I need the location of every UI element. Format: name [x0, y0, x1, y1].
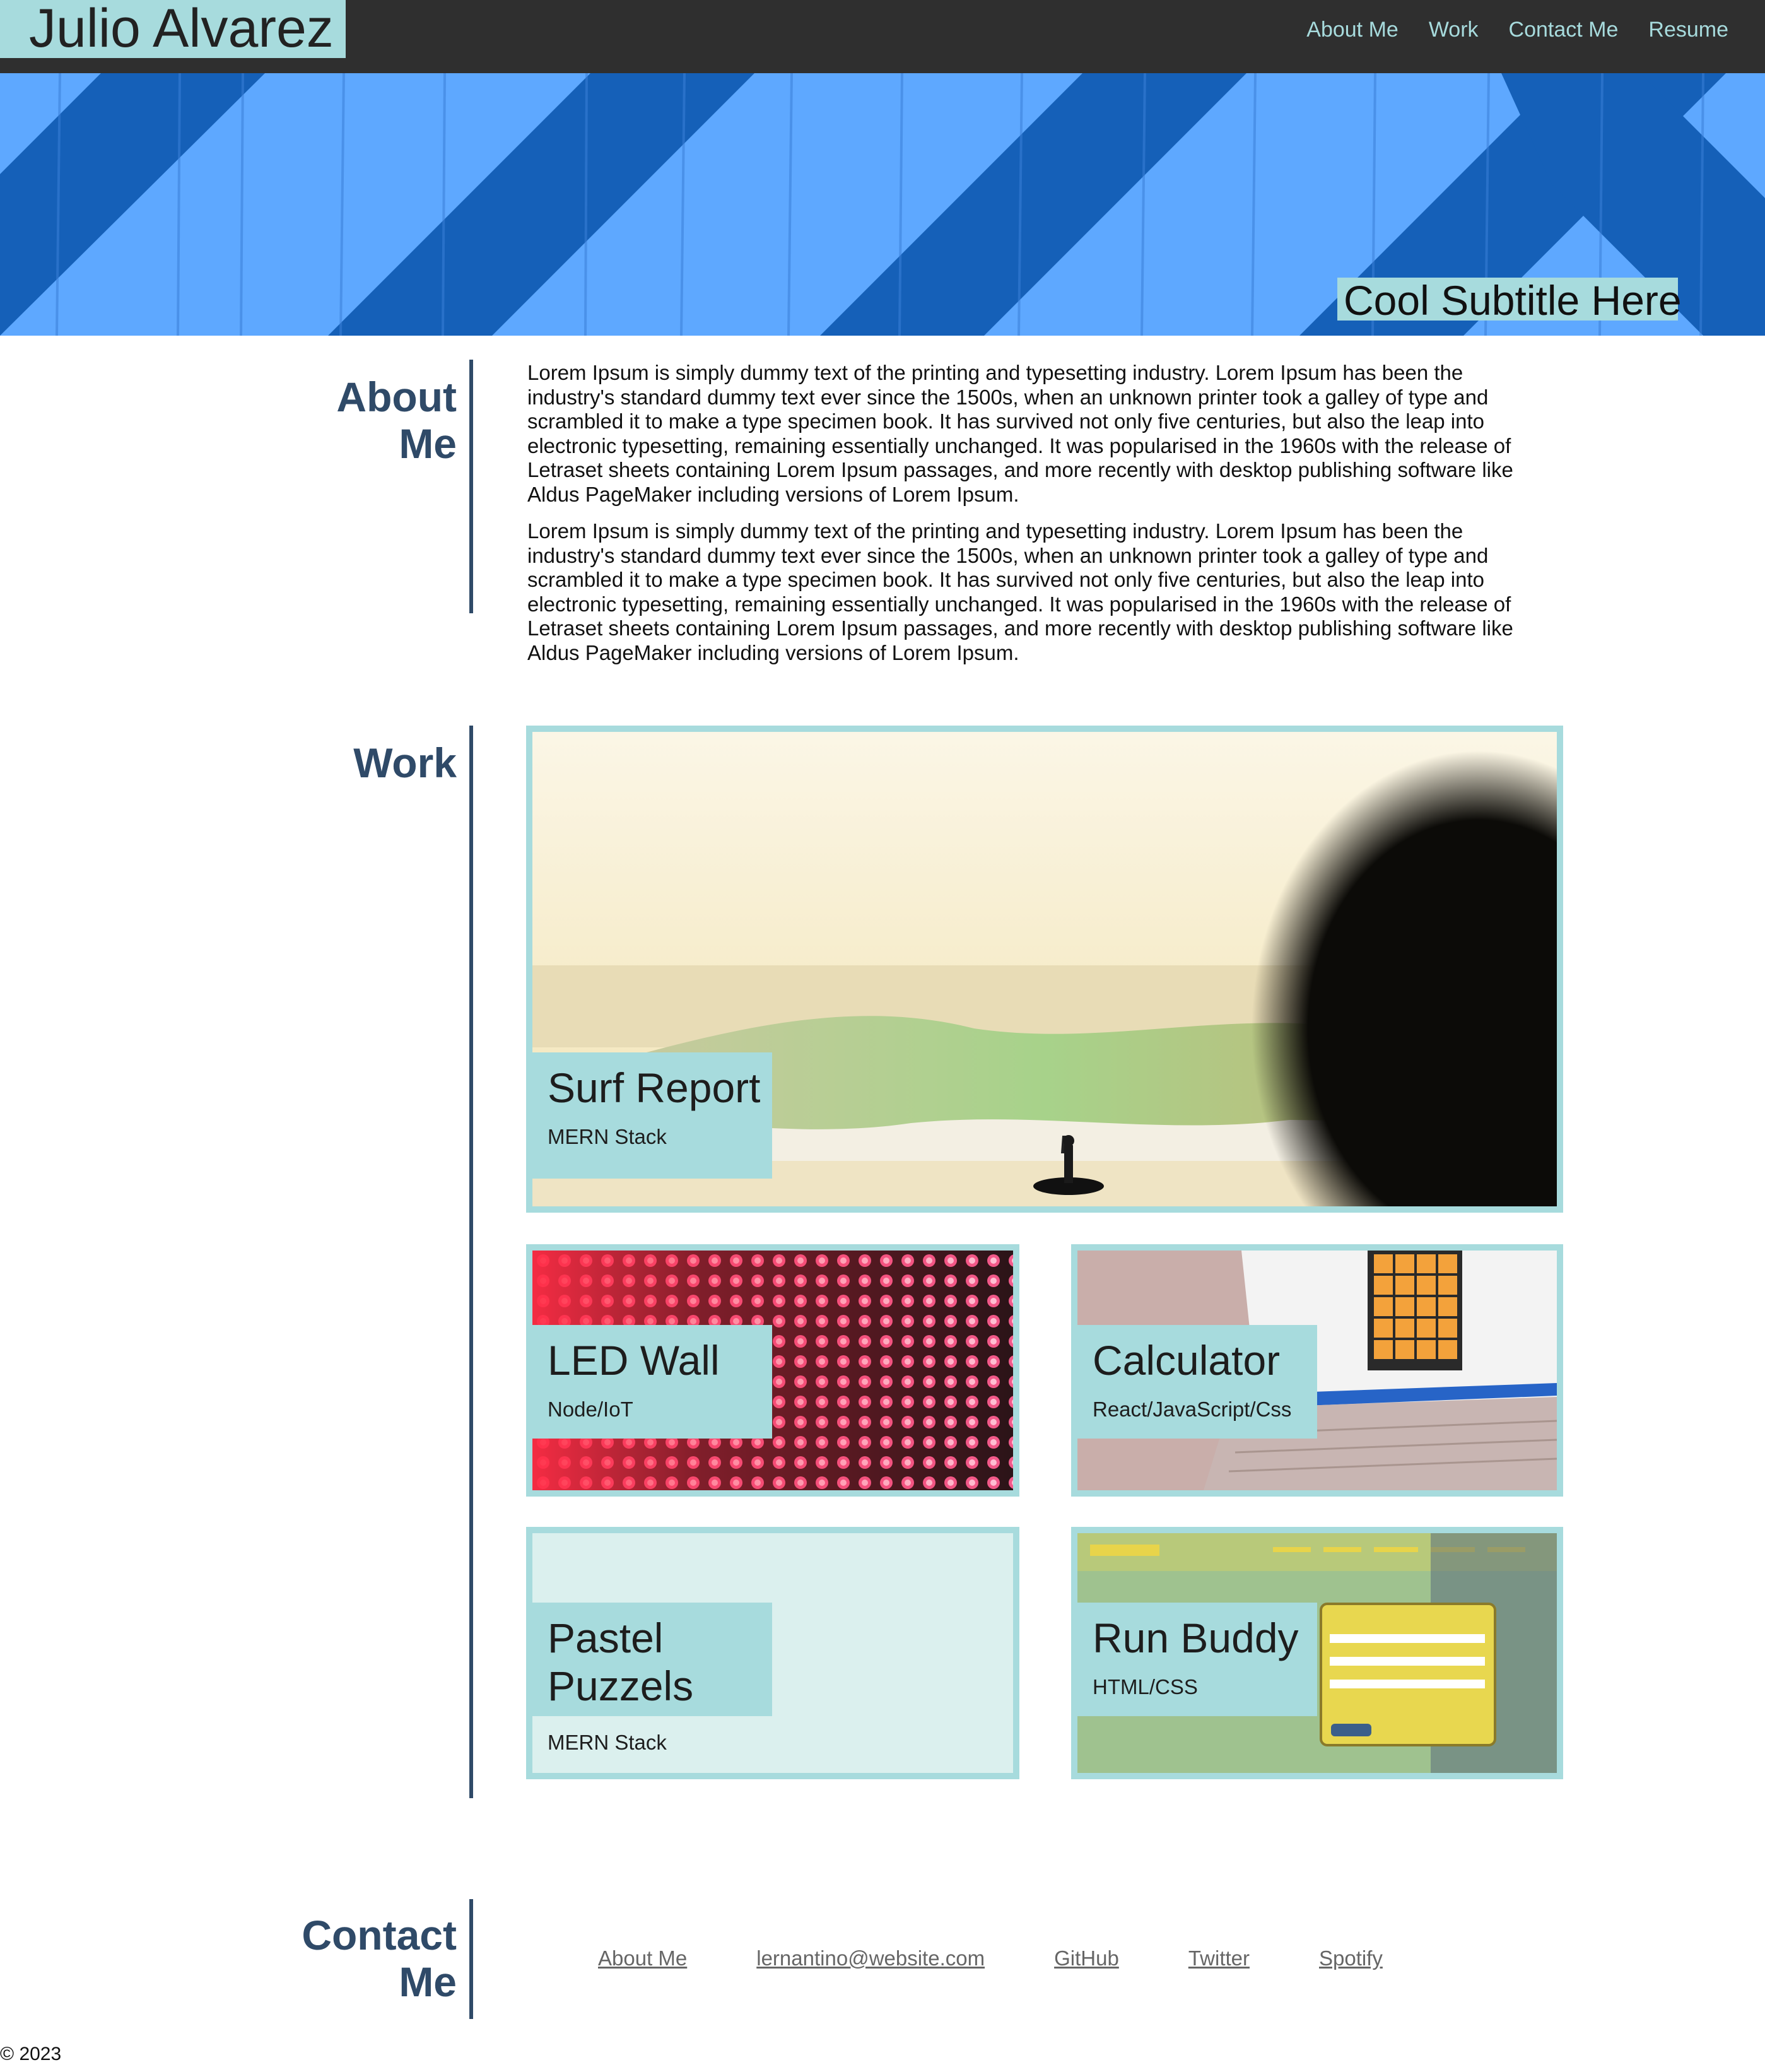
copyright: © 2023 — [0, 2044, 62, 2064]
about-heading: About Me — [336, 374, 457, 467]
project-label: Pastel Puzzels — [532, 1603, 772, 1716]
project-title: LED Wall — [548, 1337, 720, 1384]
project-card-pastel-puzzels[interactable]: Pastel Puzzels MERN Stack — [526, 1527, 1019, 1779]
project-card-calculator[interactable]: Calculator React/JavaScript/Css — [1071, 1244, 1563, 1497]
contact-heading: Contact Me — [302, 1912, 457, 2005]
project-card-surf-report[interactable]: Surf Report MERN Stack — [526, 726, 1563, 1213]
project-stack: React/JavaScript/Css — [1093, 1398, 1292, 1421]
about-paragraph: Lorem Ipsum is simply dummy text of the … — [527, 519, 1513, 664]
work-divider — [469, 726, 473, 1798]
project-title: Run Buddy — [1093, 1615, 1299, 1661]
contact-link-about-me[interactable]: About Me — [598, 1945, 687, 1972]
nav-about-me[interactable]: About Me — [1306, 15, 1399, 44]
project-label: LED Wall Node/IoT — [532, 1325, 772, 1439]
project-stack: MERN Stack — [548, 1125, 667, 1148]
hero-subtitle: Cool Subtitle Here — [1344, 277, 1682, 324]
contact-divider — [469, 1899, 473, 2019]
contact-links: About Me lernantino@website.com GitHub T… — [598, 1945, 1452, 1972]
project-label: Calculator React/JavaScript/Css — [1077, 1325, 1317, 1439]
project-title: Pastel Puzzels — [548, 1615, 694, 1709]
project-card-run-buddy[interactable]: Run Buddy HTML/CSS — [1071, 1527, 1563, 1779]
about-divider — [469, 360, 473, 613]
project-title: Calculator — [1093, 1337, 1281, 1384]
project-stack: MERN Stack — [548, 1731, 667, 1754]
project-stack: HTML/CSS — [1093, 1675, 1198, 1698]
about-heading-text: About Me — [336, 374, 457, 467]
contact-heading-text: Contact Me — [302, 1912, 457, 2005]
nav-contact-me[interactable]: Contact Me — [1509, 15, 1619, 44]
project-label: Run Buddy HTML/CSS — [1077, 1603, 1317, 1716]
about-paragraph: Lorem Ipsum is simply dummy text of the … — [527, 361, 1513, 506]
hero-subtitle-box: Cool Subtitle Here — [1337, 278, 1682, 321]
nav-resume[interactable]: Resume — [1648, 15, 1728, 44]
contact-link-github[interactable]: GitHub — [1054, 1945, 1119, 1972]
brand-name[interactable]: Julio Alvarez — [29, 1, 334, 56]
contact-link-email[interactable]: lernantino@website.com — [756, 1945, 985, 1972]
contact-link-spotify[interactable]: Spotify — [1319, 1945, 1383, 1972]
about-content: Lorem Ipsum is simply dummy text of the … — [527, 361, 1549, 665]
work-heading: Work — [353, 739, 457, 786]
contact-link-twitter[interactable]: Twitter — [1188, 1945, 1250, 1972]
site-header: Julio Alvarez About Me Work Contact Me R… — [0, 0, 1765, 73]
project-stack: Node/IoT — [548, 1398, 633, 1421]
project-card-led-wall[interactable]: LED Wall Node/IoT — [526, 1244, 1019, 1497]
brand-box: Julio Alvarez — [0, 0, 346, 58]
main-nav: About Me Work Contact Me Resume — [1306, 15, 1728, 44]
project-title: Surf Report — [548, 1064, 761, 1111]
project-label: Surf Report MERN Stack — [532, 1052, 772, 1179]
nav-work[interactable]: Work — [1429, 15, 1479, 44]
